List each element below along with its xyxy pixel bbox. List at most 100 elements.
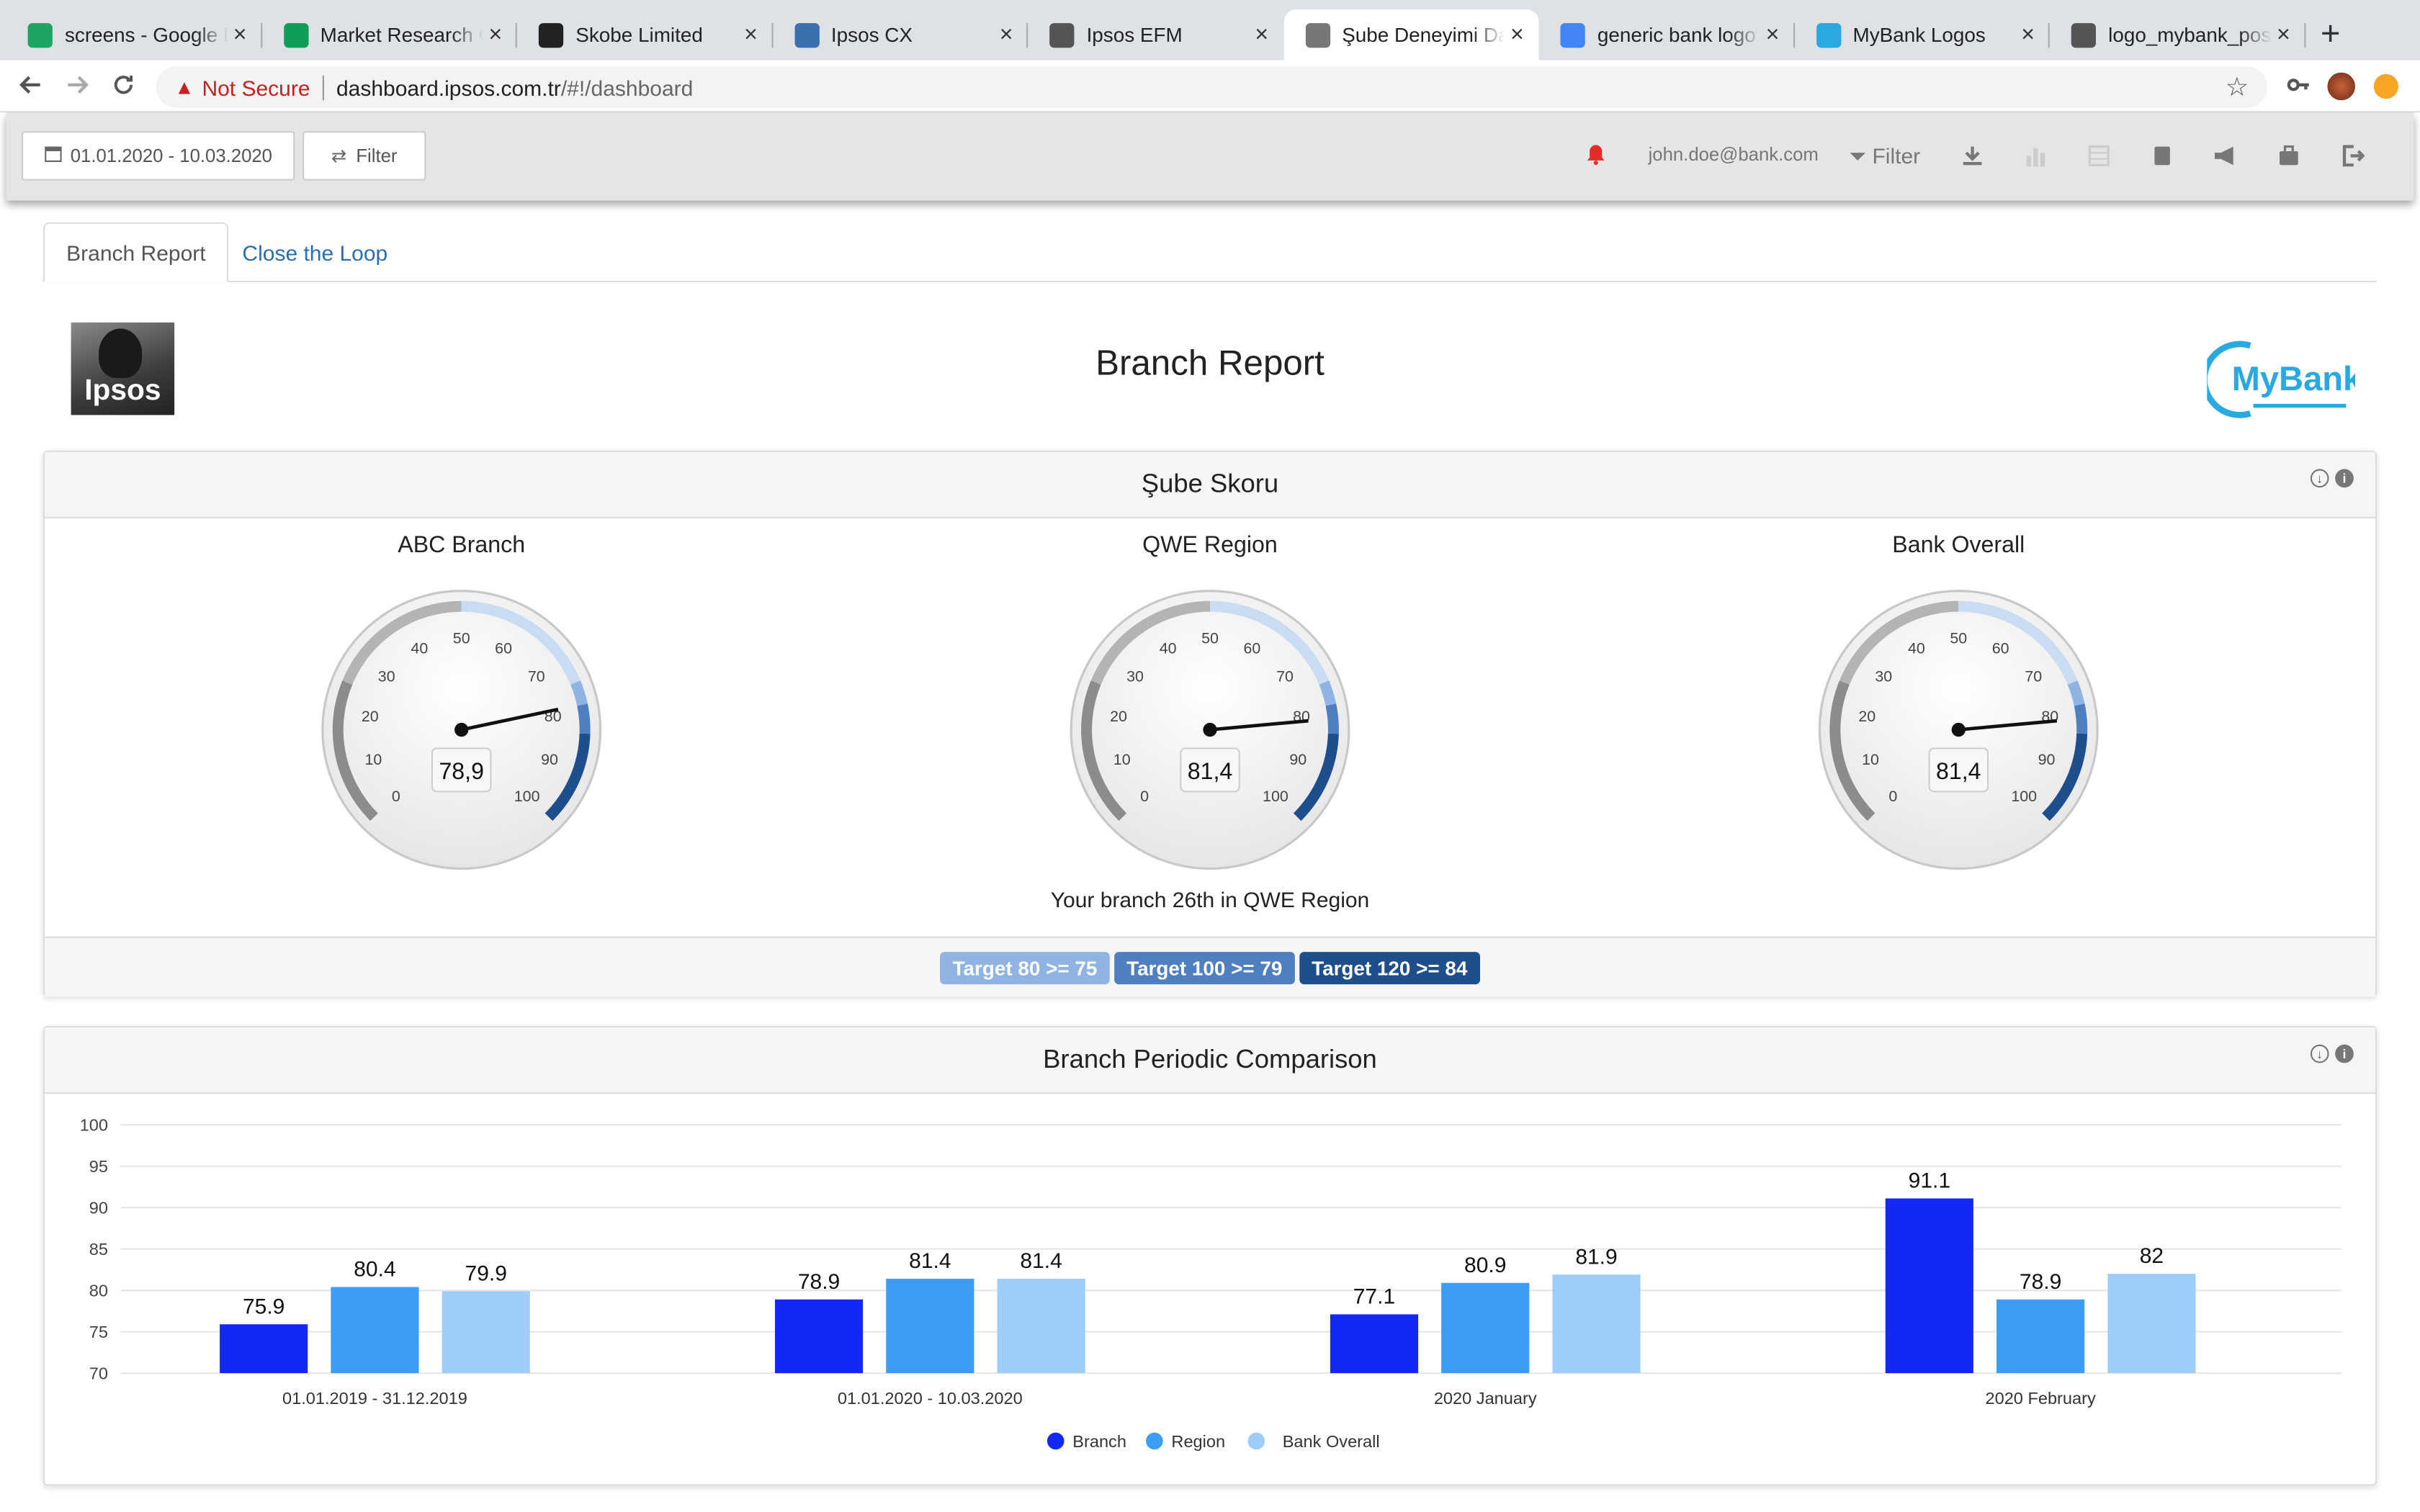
mybank-logo-text: MyBank xyxy=(2232,359,2355,397)
forward-button[interactable] xyxy=(60,68,94,102)
panel-title: Şube Skoru xyxy=(1141,469,1279,499)
gauge-band xyxy=(570,680,588,706)
y-tick-label: 100 xyxy=(80,1116,108,1135)
user-email[interactable]: john.doe@bank.com xyxy=(1649,143,1819,165)
bar-data-label: 79.9 xyxy=(465,1261,507,1285)
profile-avatar[interactable] xyxy=(2327,72,2355,101)
mybank-icon xyxy=(1816,22,1841,48)
gauge-tick-label: 60 xyxy=(495,640,512,657)
bar xyxy=(1552,1274,1641,1374)
gauge-tick-label: 70 xyxy=(1276,668,1294,685)
gauge-value: 81,4 xyxy=(1188,758,1233,784)
browser-tab[interactable]: MyBank Logos × xyxy=(1794,9,2050,60)
gauge-pivot xyxy=(454,722,469,737)
gauge-tick-label: 100 xyxy=(2011,788,2037,805)
x-category-label: 01.01.2019 - 31.12.2019 xyxy=(282,1389,467,1408)
bar-data-label: 80.9 xyxy=(1464,1254,1506,1277)
back-button[interactable] xyxy=(14,68,48,102)
gauge-value: 78,9 xyxy=(439,758,484,784)
info-icon[interactable]: i xyxy=(2335,469,2354,488)
browser-tab[interactable]: screens - Google Dr × xyxy=(6,9,262,60)
close-tab-icon[interactable]: × xyxy=(1505,22,1529,48)
browser-tab[interactable]: Ipsos EFM × xyxy=(1028,9,1283,60)
close-tab-icon[interactable]: × xyxy=(228,22,252,48)
close-tab-icon[interactable]: × xyxy=(1250,22,1274,48)
download-icon[interactable] xyxy=(1960,143,1984,168)
bar-chart-icon[interactable] xyxy=(2023,143,2048,168)
close-tab-icon[interactable]: × xyxy=(994,22,1018,48)
gauge-title-region: QWE Region xyxy=(1142,532,1278,559)
close-tab-icon[interactable]: × xyxy=(2271,22,2295,48)
book-icon[interactable] xyxy=(2150,143,2174,168)
browser-tab-title: logo_mybank_positi xyxy=(2108,23,2272,47)
gauge-band xyxy=(2074,703,2088,734)
browser-tab-title: generic bank logo - xyxy=(1597,23,1760,47)
gauge-band xyxy=(1319,680,1337,706)
address-bar[interactable]: ▲ Not Secure dashboard.ipsos.com.tr/#!/d… xyxy=(156,66,2267,108)
info-icon[interactable]: i xyxy=(2335,1044,2354,1063)
megaphone-icon[interactable] xyxy=(2213,143,2238,168)
branch-rank-text: Your branch 26th in QWE Region xyxy=(1050,887,1370,912)
briefcase-icon[interactable] xyxy=(2277,143,2301,168)
gauge-value: 81,4 xyxy=(1936,758,1981,784)
bar-data-label: 75.9 xyxy=(243,1295,284,1318)
key-icon[interactable] xyxy=(2281,68,2315,102)
bookmark-star-icon[interactable]: ☆ xyxy=(2225,73,2249,104)
table-icon[interactable] xyxy=(2087,143,2111,168)
bar-data-label: 81.4 xyxy=(1020,1249,1062,1273)
gauge-tick-label: 100 xyxy=(1263,788,1289,805)
browser-tab-title: MyBank Logos xyxy=(1852,23,1986,47)
gauge-band xyxy=(2067,680,2085,706)
google-drive-icon xyxy=(27,22,53,48)
date-range-button[interactable]: 01.01.2020 - 10.03.2020 xyxy=(22,131,295,181)
targets-footer: Target 80 >= 75 Target 100 >= 79 Target … xyxy=(45,936,2375,997)
gauge-tick-label: 20 xyxy=(362,708,379,725)
reload-icon xyxy=(114,75,133,94)
legend-marker xyxy=(1146,1432,1163,1450)
target-badge: Target 100 >= 79 xyxy=(1113,951,1295,984)
gauge-band xyxy=(1325,703,1339,734)
tab-branch-report[interactable]: Branch Report xyxy=(43,222,229,283)
browser-tab-title: Ipsos EFM xyxy=(1086,23,1183,47)
legend-label: Branch xyxy=(1072,1432,1126,1451)
gauge-title-branch: ABC Branch xyxy=(398,532,526,559)
periodic-comparison-chart: 70 75 80 85 90 95 100 75.9 80.4 79.9 01.01.2019 - … xyxy=(80,1116,2341,1451)
globe-icon xyxy=(1049,22,1075,48)
tab-close-the-loop[interactable]: Close the Loop xyxy=(220,222,409,283)
browser-tab[interactable]: logo_mybank_positi × xyxy=(2050,9,2305,60)
url-host: dashboard.ipsos.com.tr xyxy=(336,74,561,100)
bar xyxy=(1996,1299,2085,1374)
bell-icon[interactable] xyxy=(1587,143,1605,166)
browser-tab[interactable]: Skobe Limited × xyxy=(517,9,773,60)
close-tab-icon[interactable]: × xyxy=(738,22,763,48)
filter-menu-label: Filter xyxy=(1872,143,1921,168)
gauge-tick-label: 30 xyxy=(1126,668,1144,685)
y-tick-label: 80 xyxy=(89,1282,108,1300)
gauge-tick-label: 0 xyxy=(1140,788,1149,805)
reload-button[interactable] xyxy=(107,68,140,102)
gauge-title-bank: Bank Overall xyxy=(1892,532,2025,559)
browser-tab[interactable]: Şube Deneyimi Das × xyxy=(1283,9,1539,60)
filter-menu[interactable]: ⏷ Filter xyxy=(1849,143,1920,169)
close-tab-icon[interactable]: × xyxy=(2016,22,2040,48)
extension-icon[interactable] xyxy=(2373,73,2398,99)
close-tab-icon[interactable]: × xyxy=(1760,22,1785,48)
close-tab-icon[interactable]: × xyxy=(483,22,508,48)
new-tab-button[interactable]: + xyxy=(2312,14,2349,54)
gauge-tick-label: 70 xyxy=(2025,668,2042,685)
chat-bubble-icon xyxy=(538,22,564,48)
gauge-tick-label: 100 xyxy=(514,788,540,805)
browser-tab[interactable]: generic bank logo - × xyxy=(1538,9,1794,60)
filter-button[interactable]: ⇄ Filter xyxy=(302,131,426,181)
browser-tab[interactable]: Market Research Co× xyxy=(261,9,517,60)
bar xyxy=(331,1287,419,1374)
page-title: Branch Report xyxy=(1095,342,1325,383)
divider xyxy=(322,74,324,100)
download-circle-icon[interactable]: ↓ xyxy=(2310,469,2329,488)
browser-tab[interactable]: Ipsos CX × xyxy=(773,9,1028,60)
download-circle-icon[interactable]: ↓ xyxy=(2310,1044,2329,1063)
bar xyxy=(1441,1282,1530,1374)
gauge-tick-label: 20 xyxy=(1858,708,1876,725)
target-badge: Target 120 >= 84 xyxy=(1299,951,1480,984)
logout-icon[interactable] xyxy=(2340,143,2365,168)
